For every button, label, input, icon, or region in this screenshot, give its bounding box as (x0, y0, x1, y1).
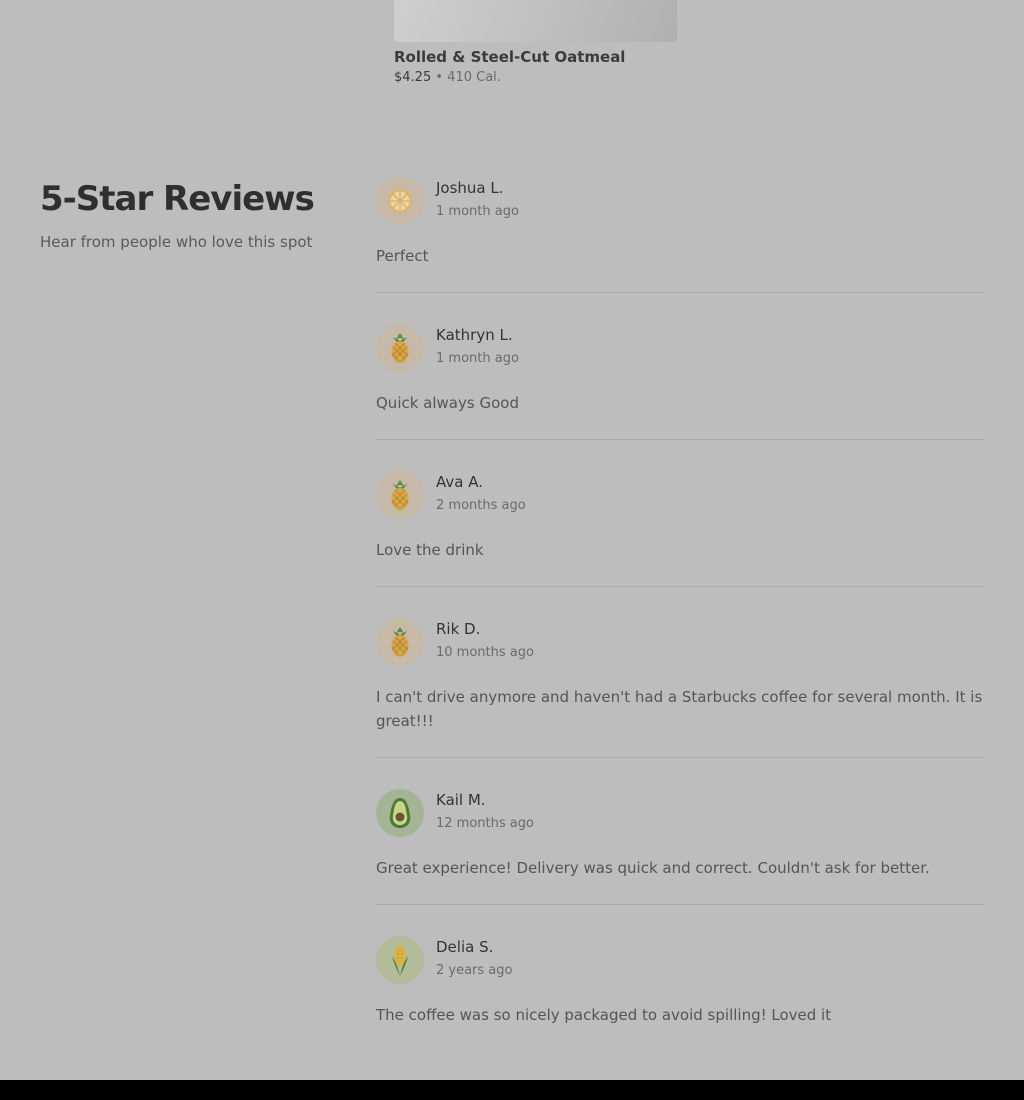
avocado-icon (389, 798, 411, 828)
reviewer-info: Ava A. 2 months ago (436, 471, 526, 515)
reviewer-info: Kail M. 12 months ago (436, 789, 534, 833)
review-header: Delia S. 2 years ago (376, 936, 984, 984)
store-page: Rolled & Steel-Cut Oatmeal $4.25 • 410 C… (0, 0, 1024, 1100)
reviews-title: 5-Star Reviews (40, 179, 315, 219)
review-text: Perfect (376, 247, 429, 265)
orange-slice-icon (388, 189, 412, 213)
reviewer-name: Delia S. (436, 938, 494, 956)
pineapple-icon (391, 627, 409, 657)
avatar (376, 618, 424, 666)
review-item: Kathryn L. 1 month ago Quick always Good (376, 324, 984, 440)
review-header: Ava A. 2 months ago (376, 471, 984, 519)
menu-item-card[interactable]: Rolled & Steel-Cut Oatmeal $4.25 • 410 C… (394, 0, 677, 87)
reviewer-name: Ava A. (436, 473, 483, 491)
menu-item-meta: $4.25 • 410 Cal. (394, 69, 677, 87)
review-text: The coffee was so nicely packaged to avo… (376, 1006, 832, 1024)
review-item: Kail M. 12 months ago Great experience! … (376, 789, 984, 905)
avatar (376, 471, 424, 519)
review-header: Joshua L. 1 month ago (376, 177, 984, 225)
reviewer-name: Kail M. (436, 791, 486, 809)
bottom-bar (0, 1080, 1024, 1100)
review-text: Quick always Good (376, 394, 519, 412)
reviews-subtitle: Hear from people who love this spot (40, 233, 313, 251)
pineapple-icon (391, 480, 409, 510)
menu-item-image (394, 0, 677, 42)
review-date: 2 years ago (436, 963, 513, 978)
avatar (376, 177, 424, 225)
menu-item-calories: 410 Cal. (447, 70, 501, 85)
avatar (376, 789, 424, 837)
review-date: 12 months ago (436, 816, 534, 831)
review-item: Delia S. 2 years ago The coffee was so n… (376, 936, 984, 1051)
review-item: Ava A. 2 months ago Love the drink (376, 471, 984, 587)
review-item: Rik D. 10 months ago I can't drive anymo… (376, 618, 984, 758)
corn-icon (392, 945, 408, 976)
avatar (376, 324, 424, 372)
review-header: Kathryn L. 1 month ago (376, 324, 984, 372)
reviewer-info: Delia S. 2 years ago (436, 936, 512, 980)
reviewer-name: Kathryn L. (436, 326, 513, 344)
review-header: Rik D. 10 months ago (376, 618, 984, 666)
reviews-list: Joshua L. 1 month ago Perfect Kathryn L.… (376, 177, 984, 1051)
review-text: Love the drink (376, 541, 484, 559)
menu-item-price: $4.25 (394, 70, 432, 85)
review-item: Joshua L. 1 month ago Perfect (376, 177, 984, 293)
pineapple-icon (391, 333, 409, 363)
reviewer-info: Kathryn L. 1 month ago (436, 324, 519, 368)
review-date: 1 month ago (436, 351, 519, 366)
meta-separator: • (435, 70, 444, 85)
review-text: Great experience! Delivery was quick and… (376, 859, 930, 877)
reviewer-name: Joshua L. (436, 179, 504, 197)
review-header: Kail M. 12 months ago (376, 789, 984, 837)
reviews-header: 5-Star Reviews Hear from people who love… (40, 178, 340, 252)
review-date: 1 month ago (436, 204, 519, 219)
review-date: 2 months ago (436, 498, 526, 513)
reviewer-info: Rik D. 10 months ago (436, 618, 534, 662)
reviewer-name: Rik D. (436, 620, 481, 638)
review-date: 10 months ago (436, 645, 534, 660)
avatar (376, 936, 424, 984)
review-text: I can't drive anymore and haven't had a … (376, 688, 983, 730)
menu-item-name: Rolled & Steel-Cut Oatmeal (394, 48, 626, 66)
reviewer-info: Joshua L. 1 month ago (436, 177, 519, 221)
